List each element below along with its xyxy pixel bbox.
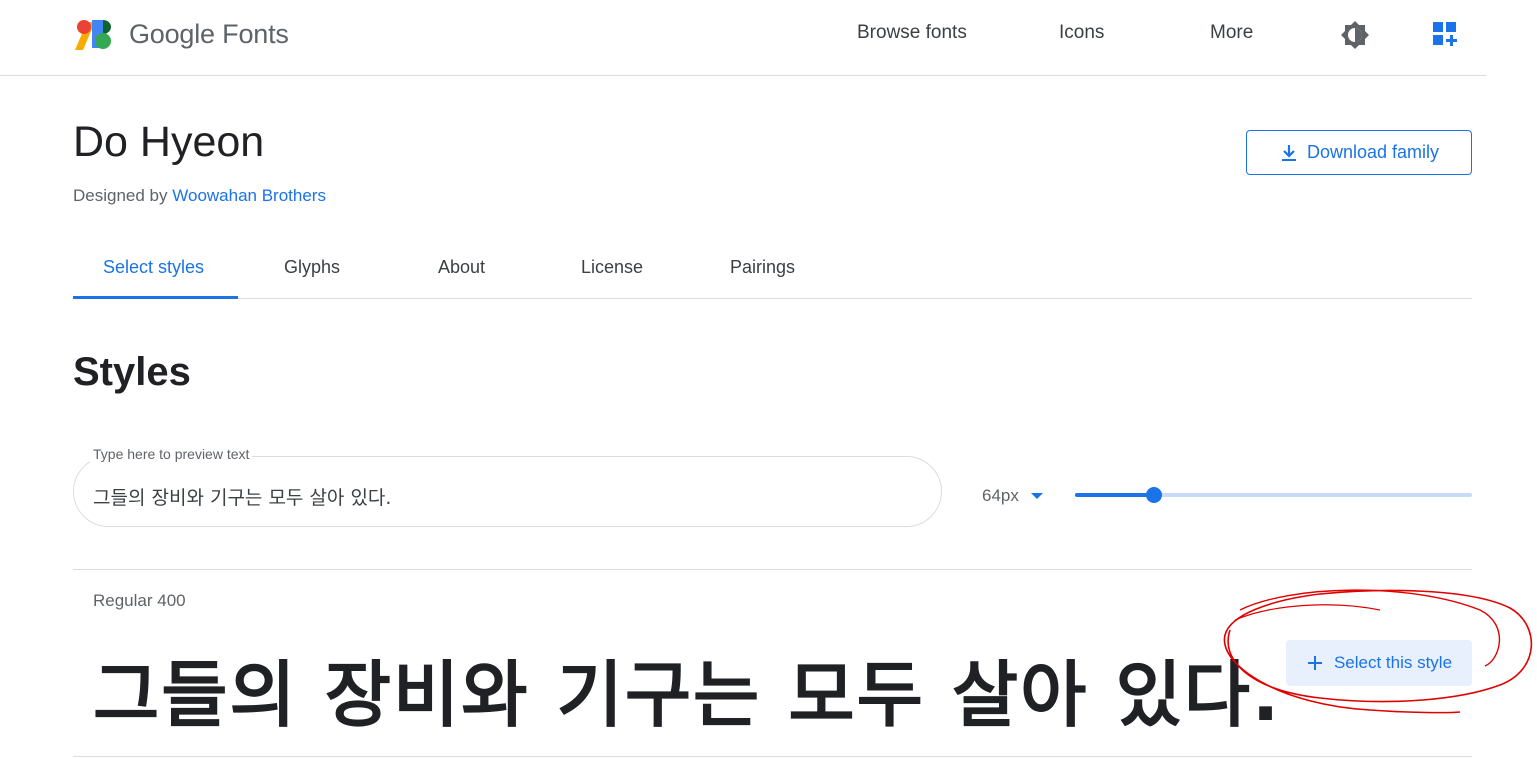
designer-link[interactable]: Woowahan Brothers: [172, 186, 326, 205]
logo-text: Google Fonts: [129, 18, 289, 49]
family-tabs: Select styles Glyphs About License Pairi…: [73, 240, 1472, 299]
preview-text-value[interactable]: 그들의 장비와 기구는 모두 살아 있다.: [93, 483, 391, 510]
designer-line: Designed by Woowahan Brothers: [73, 186, 326, 206]
tab-pairings[interactable]: Pairings: [730, 257, 795, 278]
apps-add-icon[interactable]: [1431, 20, 1459, 48]
download-family-label: Download family: [1306, 142, 1440, 162]
top-app-bar: Google Fonts Browse fonts Icons More: [0, 0, 1486, 76]
style-name: Regular 400: [93, 591, 186, 610]
brightness-icon[interactable]: [1340, 20, 1370, 50]
style-sample-text: 그들의 장비와 기구는 모두 살아 있다.: [93, 653, 1282, 737]
select-this-style-button[interactable]: Select this style: [1286, 640, 1472, 686]
nav-icons[interactable]: Icons: [1059, 22, 1104, 44]
google-fonts-logo[interactable]: Google Fonts: [75, 18, 289, 50]
select-this-style-label: Select this style: [1333, 653, 1453, 672]
slider-fill: [1075, 493, 1155, 497]
font-size-value: 64px: [982, 486, 1019, 505]
nav-more[interactable]: More: [1210, 22, 1253, 44]
active-tab-indicator: [73, 296, 238, 299]
nav-browse-fonts[interactable]: Browse fonts: [857, 22, 967, 44]
style-row-divider-top: [73, 569, 1472, 570]
chevron-down-icon: [1030, 493, 1043, 499]
slider-thumb[interactable]: [1146, 487, 1163, 503]
tab-license[interactable]: License: [581, 257, 643, 278]
plus-icon: [1307, 656, 1322, 670]
tab-select-styles[interactable]: Select styles: [103, 257, 204, 278]
google-fonts-logo-icon: [75, 18, 113, 50]
family-name: Do Hyeon: [73, 118, 265, 166]
font-size-slider[interactable]: [1075, 485, 1472, 505]
tab-about[interactable]: About: [438, 257, 485, 278]
preview-text-label: Type here to preview text: [90, 446, 253, 462]
styles-heading: Styles: [73, 350, 191, 394]
font-size-select[interactable]: 64px: [982, 486, 1043, 506]
tab-glyphs[interactable]: Glyphs: [284, 257, 340, 278]
download-icon: [1281, 144, 1296, 161]
designed-by-label: Designed by: [73, 186, 168, 205]
style-row-divider-bottom: [73, 756, 1472, 757]
download-family-button[interactable]: Download family: [1246, 130, 1472, 175]
